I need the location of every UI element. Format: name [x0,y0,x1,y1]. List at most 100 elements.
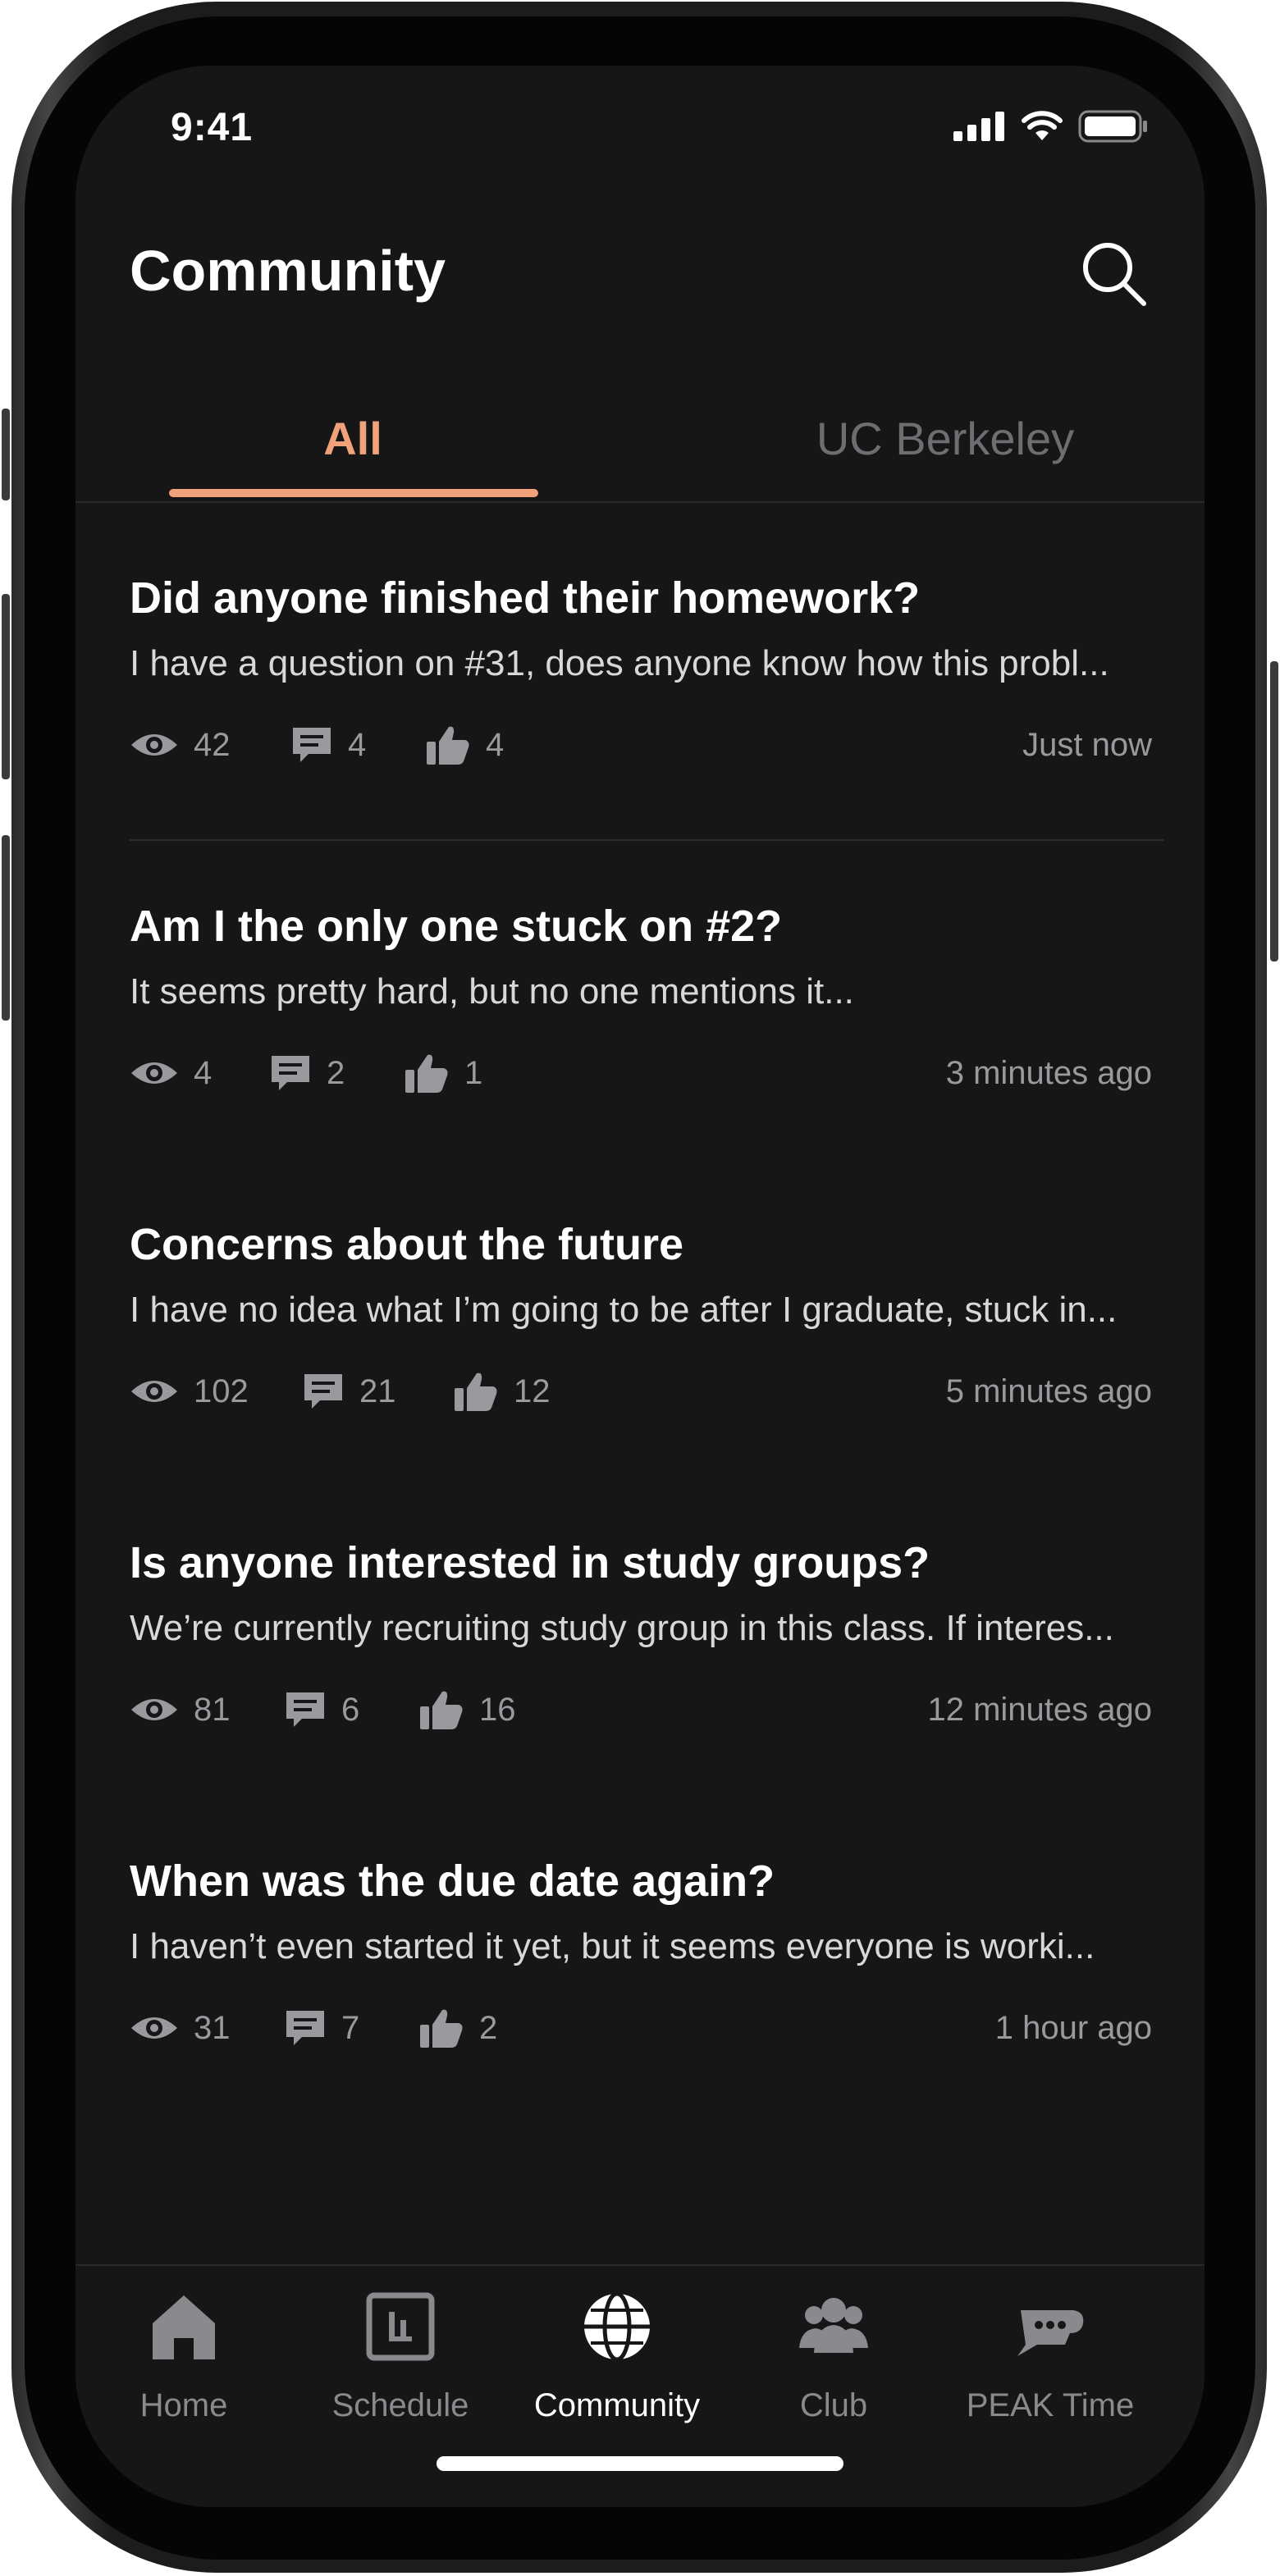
eye-icon [131,2017,177,2039]
group-icon [799,2298,868,2353]
comment-icon [286,2011,324,2045]
views-stat: 4 [130,1048,212,1098]
schedule-icon [366,2292,435,2361]
post-divider [130,839,1163,841]
views-count: 4 [194,1054,213,1091]
post-timestamp: 12 minutes ago [927,1692,1152,1728]
tab-uc-berkeley[interactable]: UC Berkeley [757,390,1134,488]
views-count: 81 [194,1691,231,1728]
post-title: Did anyone finished their homework? [130,573,921,623]
volume-down-button [2,835,10,1021]
thumbs-up-icon [420,1691,463,1729]
likes-count: 16 [479,1691,516,1728]
views-count: 102 [194,1372,249,1409]
likes-count: 1 [464,1054,483,1091]
nav-home[interactable]: Home [75,2291,292,2438]
likes-stat[interactable]: 16 [418,1685,516,1734]
nav-schedule[interactable]: Schedule [292,2291,509,2438]
views-stat: 102 [130,1367,249,1416]
views-stat: 81 [130,1685,231,1734]
tab-bar: All UC Berkeley [75,390,1205,570]
comments-count: 2 [327,1054,345,1091]
post-preview: I have a question on #31, does anyone kn… [130,643,1109,683]
post-timestamp: 3 minutes ago [945,1055,1152,1091]
views-count: 42 [194,726,231,763]
page-title: Community [130,239,446,303]
thumbs-up-icon [427,726,469,765]
tab-all[interactable]: All [167,390,538,488]
comments-stat: 2 [269,1048,345,1098]
post-timestamp: 5 minutes ago [945,1373,1152,1409]
comment-icon [304,1374,342,1409]
post-item[interactable]: Did anyone finished their homework? I ha… [130,573,1152,765]
eye-icon [131,1062,177,1084]
home-indicator[interactable] [437,2456,843,2471]
thumbs-up-icon [455,1372,497,1411]
likes-stat[interactable]: 1 [404,1048,482,1098]
likes-stat[interactable]: 2 [418,2003,497,2053]
nav-label: PEAK Time [966,2387,1135,2423]
nav-peak-time[interactable]: PEAK Time [942,2291,1159,2438]
nav-community[interactable]: Community [509,2291,725,2438]
likes-count: 2 [479,2009,498,2046]
search-icon [1083,243,1146,306]
comments-stat: 21 [302,1367,396,1416]
tabs-divider [75,501,1205,503]
home-icon [153,2295,215,2359]
post-timestamp: 1 hour ago [994,2010,1152,2046]
comment-icon [293,728,331,762]
comments-stat: 7 [284,2003,359,2053]
volume-up-button [2,594,10,779]
nav-label: Home [139,2387,228,2423]
post-meta: 4 2 1 3 minutes ago [130,1048,1152,1098]
post-item[interactable]: Concerns about the future I have no idea… [130,1219,1152,1411]
post-timestamp: Just now [1022,727,1152,763]
thumbs-up-icon [420,2009,463,2048]
status-time: 9:41 [171,106,254,149]
likes-count: 4 [486,726,505,763]
post-item[interactable]: When was the due date again? I haven’t e… [130,1856,1152,2048]
comments-count: 21 [359,1372,396,1409]
globe-icon [584,2291,650,2362]
power-button [1270,661,1278,961]
likes-stat[interactable]: 4 [425,720,504,770]
post-title: Concerns about the future [130,1220,684,1269]
post-title: Am I the only one stuck on #2? [130,902,783,951]
post-preview: I have no idea what I’m going to be afte… [130,1290,1118,1330]
post-meta: 31 7 2 1 hour ago [130,2003,1152,2053]
views-stat: 42 [130,720,231,770]
post-meta: 42 4 4 Just now [130,720,1152,770]
likes-stat[interactable]: 12 [453,1367,551,1416]
comments-count: 6 [341,1691,360,1728]
likes-count: 12 [514,1372,551,1409]
post-preview: It seems pretty hard, but no one mention… [130,971,854,1012]
post-item[interactable]: Is anyone interested in study groups? We… [130,1537,1152,1729]
post-meta: 81 6 16 12 minutes ago [130,1685,1152,1734]
eye-icon [131,1381,177,1402]
eye-icon [131,1699,177,1720]
nav-label: Schedule [331,2387,469,2423]
status-icons [953,110,1149,143]
nav-label: Community [533,2387,701,2423]
wifi-icon [1022,111,1063,140]
search-button[interactable] [1080,240,1149,308]
app-screen: 9:41 Community All UC Berkeley Did anyon… [75,66,1205,2507]
comment-icon [286,1692,324,1727]
post-preview: We’re currently recruiting study group i… [130,1608,1114,1648]
comments-count: 4 [348,726,367,763]
views-stat: 31 [130,2003,231,2053]
post-item[interactable]: Am I the only one stuck on #2? It seems … [130,901,1152,1093]
active-tab-indicator [169,489,538,497]
cellular-signal-icon [953,112,1004,141]
comments-stat: 4 [290,720,366,770]
nav-label: Club [799,2387,868,2423]
post-title: When was the due date again? [130,1857,775,1906]
post-preview: I haven’t even started it yet, but it se… [130,1926,1095,1966]
post-title: Is anyone interested in study groups? [130,1538,930,1587]
nav-club[interactable]: Club [725,2291,942,2438]
comments-count: 7 [341,2009,360,2046]
views-count: 31 [194,2009,231,2046]
action-button [2,409,10,500]
battery-icon [1078,110,1147,143]
eye-icon [131,734,177,756]
